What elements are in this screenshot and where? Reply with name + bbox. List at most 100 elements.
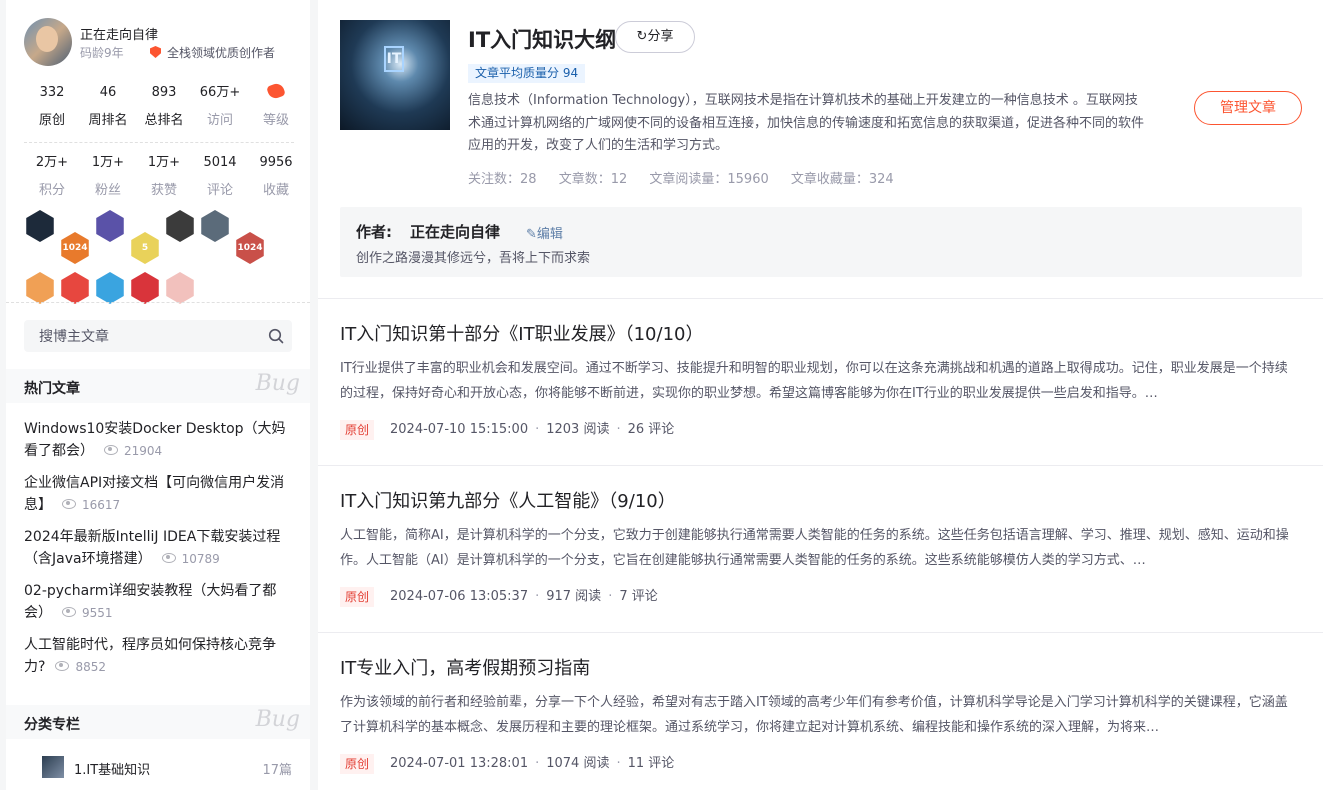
eye-icon	[62, 499, 76, 509]
hot-articles-list: Windows10安装Docker Desktop（大妈看了都会） 21904 企…	[24, 418, 294, 688]
article-date: 2024-07-01 13:28:01	[390, 756, 529, 771]
stat-num: 9956	[259, 155, 293, 170]
article-comments[interactable]: 7 评论	[619, 587, 657, 607]
columns-header: 分类专栏 Bug	[6, 705, 310, 739]
creator-title[interactable]: 全栈领域优质创作者	[150, 44, 275, 61]
article-item[interactable]: IT入门知识第十部分《IT职业发展》（10/10） IT行业提供了丰富的职业机会…	[340, 322, 1300, 440]
article-summary[interactable]: 作为该领域的前行者和经验前辈，分享一下个人经验，希望对有志于踏入IT领域的高考少…	[340, 690, 1300, 740]
main-content: IT IT入门知识大纲 ↻分享 文章平均质量分 94 信息技术（Informat…	[318, 0, 1323, 790]
hot-article-item[interactable]: 2024年最新版IntelliJ IDEA下载安装过程（含Java环境搭建） 10…	[24, 526, 294, 570]
creator-badge-icon	[150, 46, 161, 58]
view-count: 21904	[104, 444, 162, 458]
achievement-badge-icon[interactable]	[61, 272, 89, 304]
article-item[interactable]: IT入门知识第九部分《人工智能》（9/10） 人工智能，简称AI，是计算机科学的…	[340, 489, 1300, 607]
stat-original[interactable]: 332 原创	[24, 84, 80, 128]
stat-comments[interactable]: 5014 评论	[192, 154, 248, 198]
stat-label: 周排名	[88, 113, 128, 128]
view-count: 9551	[62, 606, 113, 620]
profile-name[interactable]: 正在走向自律	[80, 24, 158, 43]
hot-article-item[interactable]: 人工智能时代，程序员如何保持核心竞争力? 8852	[24, 634, 294, 678]
stat-week-rank[interactable]: 46 周排名	[80, 84, 136, 128]
search-box	[24, 320, 292, 354]
original-tag: 原创	[340, 420, 375, 440]
stat-fans[interactable]: 1万+ 粉丝	[80, 154, 136, 198]
achievement-badge-icon[interactable]	[166, 272, 194, 304]
stat-num: 66万+	[199, 85, 241, 100]
article-title[interactable]: IT专业入门，高考假期预习指南	[340, 656, 1300, 682]
article-title[interactable]: IT入门知识第十部分《IT职业发展》（10/10）	[340, 322, 1300, 348]
eye-icon	[161, 553, 176, 563]
share-icon: ↻	[636, 29, 648, 44]
author-name[interactable]: 正在走向自律	[410, 221, 500, 242]
bug-decoration: Bug	[255, 707, 300, 732]
stat-label: 访问	[206, 113, 233, 128]
avatar[interactable]	[24, 18, 72, 66]
article-summary[interactable]: IT行业提供了丰富的职业机会和发展空间。通过不断学习、技能提升和明智的职业规划，…	[340, 356, 1300, 406]
view-count-value: 9551	[82, 606, 113, 620]
stats-row-2: 2万+ 积分 1万+ 粉丝 1万+ 获赞 5014 评论 9956 收藏	[24, 154, 304, 198]
stat-num: 1万+	[147, 155, 181, 170]
achievement-badge-icon[interactable]	[26, 272, 54, 304]
edit-button[interactable]: ✎编辑	[526, 223, 563, 242]
separator: ·	[535, 422, 540, 437]
achievement-badge-icon[interactable]: 5	[131, 232, 159, 264]
stat-favorites[interactable]: 9956 收藏	[248, 154, 304, 198]
column-cover-image: IT	[340, 20, 450, 130]
column-meta: 关注数：28 文章数：12 文章阅读量：15960 文章收藏量：324	[468, 168, 912, 187]
separator: ·	[535, 756, 540, 771]
meta-favorite-count: 文章收藏量：324	[790, 172, 894, 187]
stat-visits[interactable]: 66万+ 访问	[192, 84, 248, 128]
column-title: IT入门知识大纲	[468, 28, 617, 52]
column-name[interactable]: 1.IT基础知识	[74, 759, 150, 778]
author-label: 作者:	[356, 223, 392, 241]
author-box: 作者: 正在走向自律 ✎编辑 创作之路漫漫其修远兮，吾将上下而求索	[340, 207, 1302, 277]
meta-article-count: 文章数：12	[558, 172, 628, 187]
search-input[interactable]	[24, 320, 271, 354]
achievement-badge-icon[interactable]	[201, 210, 229, 242]
view-count: 10789	[161, 552, 220, 566]
cover-it-mark: IT	[384, 46, 404, 72]
view-count-value: 16617	[82, 498, 121, 512]
article-item[interactable]: IT专业入门，高考假期预习指南 作为该领域的前行者和经验前辈，分享一下个人经验，…	[340, 656, 1300, 774]
bug-decoration: Bug	[255, 371, 300, 396]
hot-article-item[interactable]: 02-pycharm详细安装教程（大妈看了都会） 9551	[24, 580, 294, 624]
stat-label: 粉丝	[94, 183, 121, 198]
achievement-badge-icon[interactable]: 1024	[236, 232, 264, 264]
achievement-badge-icon[interactable]	[26, 210, 54, 242]
hot-article-item[interactable]: 企业微信API对接文档【可向微信用户发消息】 16617	[24, 472, 294, 516]
hot-article-title[interactable]: 2024年最新版IntelliJ IDEA下载安装过程（含Java环境搭建）	[24, 529, 280, 567]
achievement-badge-icon[interactable]: 1024	[61, 232, 89, 264]
article-summary[interactable]: 人工智能，简称AI，是计算机科学的一个分支，它致力于创建能够执行通常需要人类智能…	[340, 523, 1300, 573]
column-description: 信息技术（Information Technology），互联网技术是指在计算机…	[468, 93, 1145, 153]
stat-label: 积分	[38, 183, 65, 198]
stat-likes[interactable]: 1万+ 获赞	[136, 154, 192, 198]
achievement-badge-icon[interactable]	[131, 272, 159, 304]
article-reads: 917 阅读	[546, 589, 602, 604]
article-comments[interactable]: 26 评论	[628, 420, 675, 440]
stat-label: 总排名	[144, 113, 184, 128]
article-title[interactable]: IT入门知识第九部分《人工智能》（9/10）	[340, 489, 1300, 515]
view-count-value: 8852	[75, 660, 106, 674]
article-meta: 原创 2024-07-01 13:28:01 · 1074 阅读 · 11 评论	[340, 754, 1300, 774]
article-reads: 1203 阅读	[546, 422, 610, 437]
view-count-value: 10789	[181, 552, 220, 566]
stat-num: 1万+	[91, 155, 125, 170]
manage-articles-button[interactable]: 管理文章	[1194, 91, 1302, 125]
achievement-badge-icon[interactable]	[166, 210, 194, 242]
code-age: 码龄9年	[80, 46, 124, 60]
columns-title: 分类专栏	[24, 717, 80, 733]
meta-followers: 关注数：28	[468, 172, 537, 187]
achievement-badge-icon[interactable]	[96, 210, 124, 242]
stat-label: 原创	[38, 113, 65, 128]
stat-total-rank[interactable]: 893 总排名	[136, 84, 192, 128]
share-button[interactable]: ↻分享	[615, 21, 695, 53]
stat-points[interactable]: 2万+ 积分	[24, 154, 80, 198]
hot-article-item[interactable]: Windows10安装Docker Desktop（大妈看了都会） 21904	[24, 418, 294, 462]
search-button[interactable]	[260, 320, 292, 352]
article-comments[interactable]: 11 评论	[628, 754, 675, 774]
achievement-badge-icon[interactable]	[96, 272, 124, 304]
edit-icon: ✎	[526, 227, 537, 242]
original-tag: 原创	[340, 754, 375, 774]
meta-read-count: 文章阅读量：15960	[649, 172, 769, 187]
stat-level[interactable]: 等级	[248, 81, 304, 128]
